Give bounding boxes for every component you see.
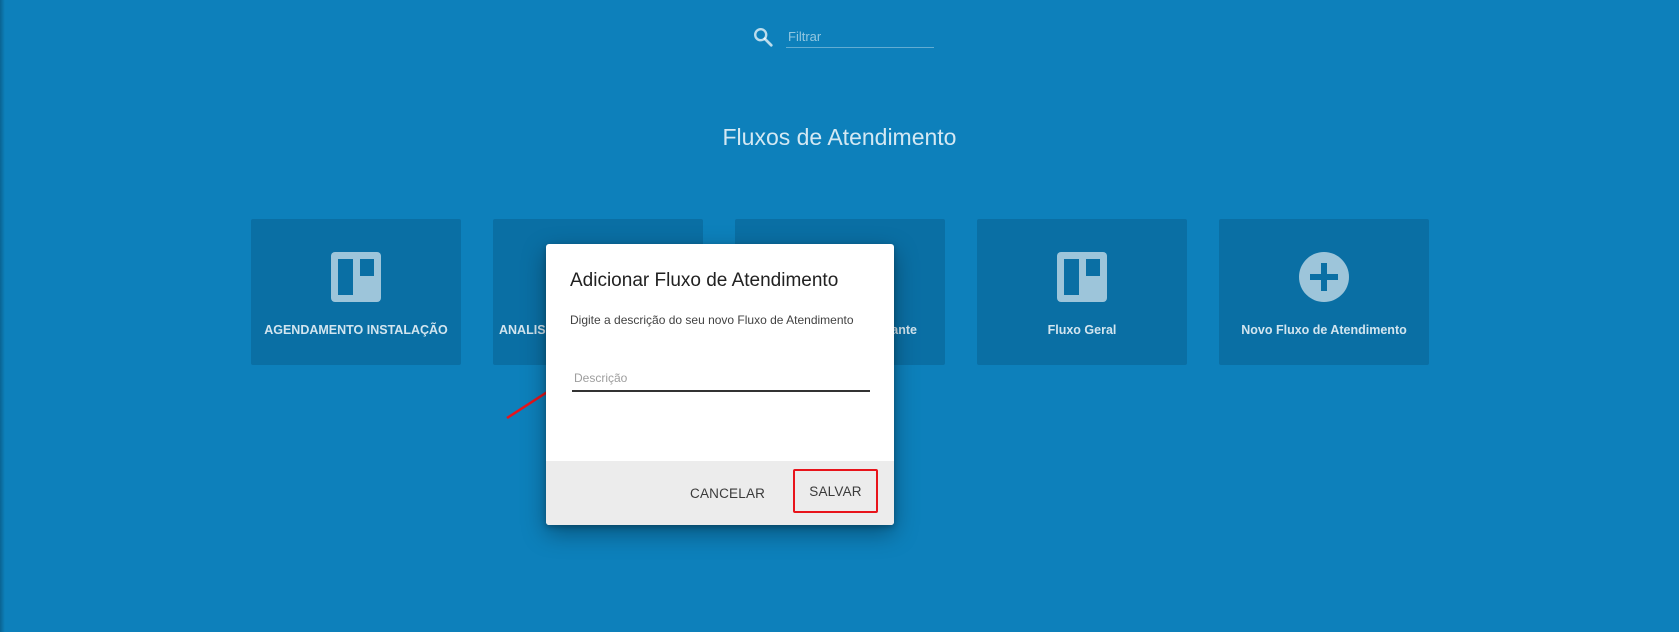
dialog-subtitle: Digite a descrição do seu novo Fluxo de …	[570, 313, 854, 327]
filter-bar	[752, 20, 934, 50]
page-title: Fluxos de Atendimento	[722, 124, 957, 150]
board-icon	[331, 252, 381, 302]
add-circle-icon	[1299, 252, 1349, 302]
description-input[interactable]	[572, 366, 870, 392]
card-label: ante	[891, 323, 917, 337]
card-label: AGENDAMENTO INSTALAÇÃO	[264, 323, 448, 337]
board-icon	[1057, 252, 1107, 302]
dialog-actions: CANCELAR SALVAR	[546, 461, 894, 525]
left-edge-shadow	[0, 0, 5, 632]
cancel-button[interactable]: CANCELAR	[684, 481, 765, 505]
flow-card-agendamento-instalacao[interactable]: AGENDAMENTO INSTALAÇÃO	[251, 219, 461, 365]
filter-input[interactable]	[786, 25, 934, 48]
card-label: Novo Fluxo de Atendimento	[1241, 323, 1407, 337]
flow-card-fluxo-geral[interactable]: Fluxo Geral	[977, 219, 1187, 365]
save-button[interactable]: SALVAR	[793, 469, 878, 513]
new-flow-card[interactable]: Novo Fluxo de Atendimento	[1219, 219, 1429, 365]
card-label: Fluxo Geral	[1047, 323, 1117, 337]
dialog-title: Adicionar Fluxo de Atendimento	[570, 270, 839, 291]
add-flow-dialog: Adicionar Fluxo de Atendimento Digite a …	[546, 244, 894, 525]
search-icon[interactable]	[752, 26, 774, 48]
